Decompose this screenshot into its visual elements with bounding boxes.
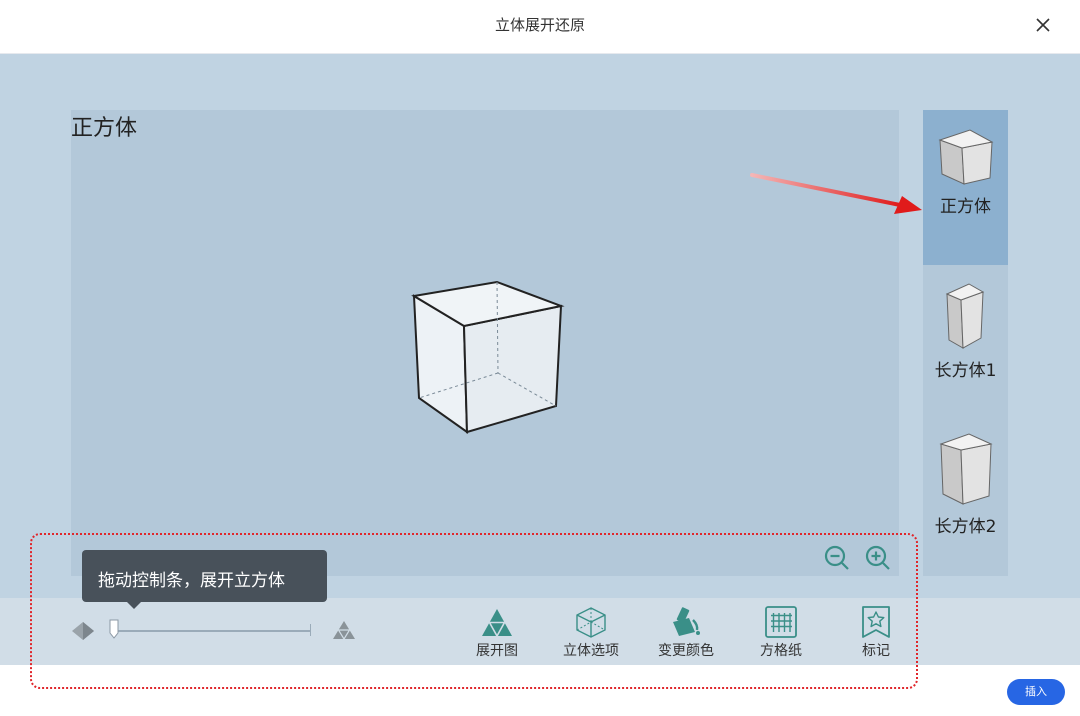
shape-sidebar: 正方体 长方体1 长方体2	[923, 110, 1008, 576]
shape-name: 正方体	[71, 116, 138, 141]
cube-shape-icon	[937, 129, 993, 185]
sidebar-item-cube[interactable]: 正方体	[923, 110, 1008, 265]
sidebar-item-label: 长方体2	[934, 517, 997, 537]
dialog-title: 立体展开还原	[494, 16, 585, 34]
annotation-highlight-box	[30, 533, 918, 689]
dialog-titlebar: 立体展开还原	[0, 0, 1080, 54]
workspace: 正方体 正方体 长方体1 长方体2	[0, 54, 1080, 598]
annotation-arrow	[750, 173, 922, 214]
sidebar-item-cuboid-1[interactable]: 长方体1	[923, 270, 1008, 420]
cuboid-block-icon	[938, 433, 993, 505]
insert-button[interactable]: 插入	[1007, 679, 1065, 705]
close-button[interactable]	[1032, 14, 1054, 36]
sidebar-item-cuboid-2[interactable]: 长方体2	[923, 426, 1008, 576]
sidebar-item-label: 正方体	[940, 197, 991, 217]
cube-3d-model[interactable]	[411, 280, 571, 440]
close-icon	[1036, 18, 1050, 32]
cuboid-tall-icon	[945, 283, 984, 349]
sidebar-item-label: 长方体1	[934, 361, 997, 381]
